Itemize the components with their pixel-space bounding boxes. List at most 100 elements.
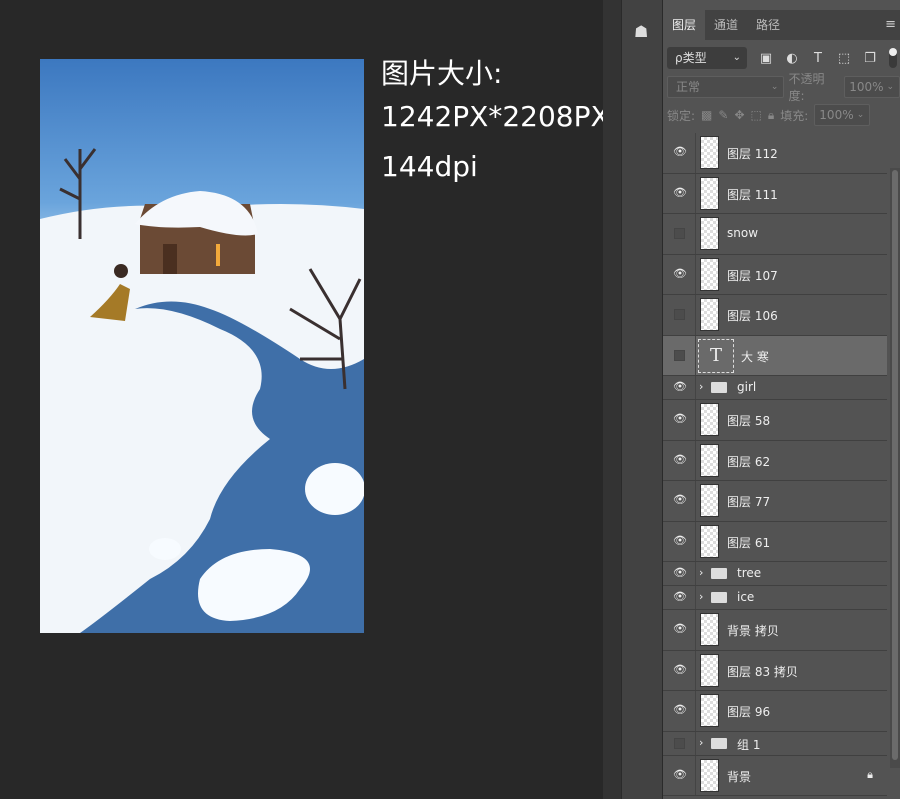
layer-row[interactable]: T大 寒 <box>663 335 887 376</box>
folder-icon <box>711 382 727 393</box>
layer-name: 图层 77 <box>727 495 771 510</box>
eye-icon[interactable]: 👁︎ <box>673 703 687 716</box>
eye-icon[interactable]: 👁︎ <box>673 412 687 425</box>
lock-label: 锁定: <box>667 108 696 123</box>
tab-paths[interactable]: 路径 <box>747 10 789 40</box>
layer-name: 大 寒 <box>741 349 769 364</box>
layer-thumbnail <box>700 694 719 728</box>
layer-row[interactable]: 👁︎ 图层 107 <box>663 254 887 295</box>
layer-thumbnail <box>700 257 719 291</box>
lock-position-icon[interactable]: ✥ <box>734 108 744 122</box>
layer-thumbnail <box>700 443 719 477</box>
layers-scrollbar[interactable] <box>890 168 900 768</box>
chevron-right-icon[interactable]: › <box>699 380 703 393</box>
tab-layers[interactable]: 图层 <box>663 10 706 40</box>
smart-object-filter-icon[interactable]: ❐ <box>863 51 877 66</box>
opacity-input[interactable]: 100% ⌄ <box>844 76 900 98</box>
layer-name: 图层 62 <box>727 454 771 469</box>
lock-artboard-icon[interactable]: ⬚ <box>751 108 762 122</box>
pixel-filter-icon[interactable]: ▣ <box>759 51 773 66</box>
filter-label: ρ类型 <box>675 51 707 65</box>
type-filter-icon[interactable]: T <box>811 51 825 66</box>
layer-row[interactable]: 👁︎ 图层 62 <box>663 440 887 481</box>
eye-icon[interactable]: 👁︎ <box>673 453 687 466</box>
layer-row[interactable]: 👁︎ › ice <box>663 586 887 610</box>
layer-name: snow <box>727 226 759 241</box>
layer-row[interactable]: 图层 106 <box>663 295 887 336</box>
visibility-toggle[interactable] <box>674 737 685 749</box>
eye-icon[interactable]: 👁︎ <box>673 145 687 158</box>
layer-name: 图层 58 <box>727 414 771 429</box>
tab-channels[interactable]: 通道 <box>705 10 747 40</box>
blend-mode-select[interactable]: 正常 ⌄ <box>667 76 785 98</box>
shape-filter-icon[interactable]: ⬚ <box>837 51 851 66</box>
chevron-down-icon: ⌄ <box>856 110 865 120</box>
fill-label: 填充: <box>780 108 809 123</box>
visibility-toggle[interactable] <box>674 228 685 240</box>
layer-name: 组 1 <box>737 737 761 752</box>
adjustment-filter-icon[interactable]: ◐ <box>785 51 799 66</box>
layer-row[interactable]: 👁︎ 图层 112 <box>663 133 887 174</box>
layer-row[interactable]: › 组 1 <box>663 731 887 756</box>
layer-name: 图层 112 <box>727 147 778 162</box>
lock-transparent-icon[interactable]: ▩ <box>701 108 712 122</box>
panel-collapse-strip[interactable] <box>603 0 621 799</box>
eye-icon[interactable]: 👁︎ <box>673 566 687 579</box>
folder-icon <box>711 592 727 603</box>
image-size-label: 图片大小: <box>381 57 503 90</box>
chevron-right-icon[interactable]: › <box>699 566 703 579</box>
layer-thumbnail <box>700 136 719 170</box>
eye-icon[interactable]: 👁︎ <box>673 380 687 393</box>
layer-row[interactable]: 👁︎ 图层 61 <box>663 521 887 562</box>
eye-icon[interactable]: 👁︎ <box>673 493 687 506</box>
panel-tabs: 图层 通道 路径 <box>663 10 900 40</box>
visibility-toggle[interactable] <box>674 349 685 361</box>
layer-row[interactable]: 👁︎ 图层 58 <box>663 400 887 441</box>
layer-row[interactable]: 👁︎ 背景 🔒︎ <box>663 755 887 796</box>
layer-row[interactable]: 👁︎ 图层 96 <box>663 691 887 732</box>
eye-icon[interactable]: 👁︎ <box>673 534 687 547</box>
lock-all-icon[interactable]: 🔒︎ <box>768 108 774 123</box>
eye-icon[interactable]: 👁︎ <box>673 622 687 635</box>
text-layer-icon: T <box>698 338 734 373</box>
eye-icon[interactable]: 👁︎ <box>673 186 687 199</box>
layer-row[interactable]: 👁︎ 图层 77 <box>663 481 887 522</box>
eye-icon[interactable]: 👁︎ <box>673 267 687 280</box>
plugin-icon[interactable]: ☗ <box>634 22 648 41</box>
folder-icon <box>711 568 727 579</box>
layer-name: 图层 111 <box>727 187 778 202</box>
layer-row[interactable]: 👁︎ 图层 111 <box>663 173 887 214</box>
layer-row[interactable]: 👁︎ 图层 83 拷贝 <box>663 650 887 691</box>
layer-name: 背景 <box>727 769 752 784</box>
document-canvas[interactable] <box>40 59 364 633</box>
visibility-toggle[interactable] <box>674 309 685 321</box>
chevron-down-icon: ⌄ <box>886 82 894 92</box>
eye-icon[interactable]: 👁︎ <box>673 663 687 676</box>
chevron-right-icon[interactable]: › <box>699 736 703 749</box>
folder-icon <box>711 737 727 749</box>
fill-value: 100% <box>819 108 854 122</box>
fill-input[interactable]: 100% ⌄ <box>814 104 871 126</box>
chevron-right-icon[interactable]: › <box>699 590 703 603</box>
layer-row[interactable]: 👁︎ › tree <box>663 562 887 586</box>
blend-mode-value: 正常 <box>676 80 701 94</box>
lock-icon: 🔒︎ <box>867 767 873 781</box>
filter-toggle[interactable] <box>889 48 897 68</box>
eye-icon[interactable]: 👁︎ <box>673 590 687 603</box>
opacity-value: 100% <box>849 80 884 94</box>
layer-filter-select[interactable]: ρ类型 ⌄ <box>667 47 747 69</box>
layer-name: 图层 96 <box>727 705 771 720</box>
layer-thumbnail <box>700 403 719 437</box>
image-dimensions: 1242PX*2208PX <box>381 100 610 133</box>
lock-paint-icon[interactable]: ✎ <box>718 108 728 122</box>
layer-name: girl <box>737 380 757 394</box>
layer-thumbnail <box>700 653 719 687</box>
layer-row[interactable]: 👁︎ 背景 拷贝 <box>663 610 887 651</box>
layer-row[interactable]: 👁︎ › girl <box>663 376 887 400</box>
layer-thumbnail <box>700 484 719 518</box>
layer-row[interactable]: snow <box>663 214 887 255</box>
chevron-down-icon: ⌄ <box>732 52 741 63</box>
panel-menu-icon[interactable]: ≡ <box>885 17 896 32</box>
layer-name: tree <box>737 566 762 580</box>
eye-icon[interactable]: 👁︎ <box>673 768 687 781</box>
